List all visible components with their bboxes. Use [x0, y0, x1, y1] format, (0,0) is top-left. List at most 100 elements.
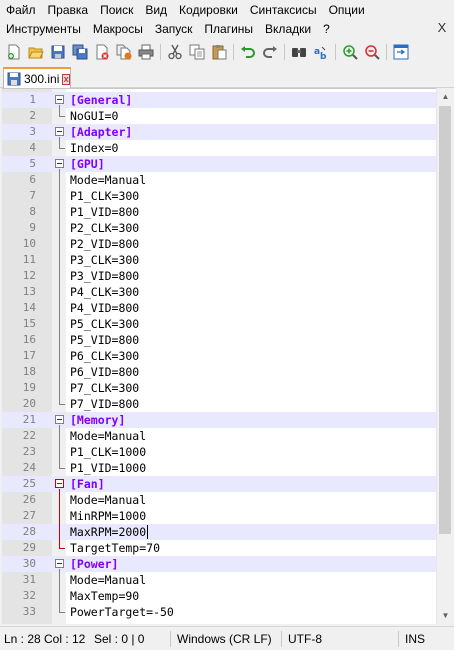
sync-scroll-icon[interactable]: [390, 42, 412, 62]
menu-view[interactable]: Вид: [139, 1, 173, 20]
menu-macros[interactable]: Макросы: [87, 20, 149, 39]
code-line[interactable]: 16 P5_VID=800: [2, 332, 436, 348]
paste-icon[interactable]: [208, 42, 230, 62]
save-icon[interactable]: [47, 42, 69, 62]
fold-range-line: [59, 425, 60, 468]
code-line[interactable]: 15 P5_CLK=300: [2, 316, 436, 332]
new-file-icon[interactable]: [3, 42, 25, 62]
menu-tools[interactable]: Инструменты: [0, 20, 87, 39]
zoom-in-icon[interactable]: [339, 42, 361, 62]
code-line[interactable]: 33 PowerTarget=-50: [2, 604, 436, 620]
line-number: 6: [29, 173, 36, 186]
save-all-icon[interactable]: [69, 42, 91, 62]
code-line[interactable]: 32 MaxTemp=90: [2, 588, 436, 604]
cut-icon[interactable]: [164, 42, 186, 62]
line-number: 15: [22, 317, 36, 330]
key-value: P5_CLK=300: [70, 317, 140, 331]
replace-icon[interactable]: ab: [310, 42, 332, 62]
code-line[interactable]: 31 Mode=Manual: [2, 572, 436, 588]
section-header-line[interactable]: 3 [Adapter]: [2, 124, 436, 140]
editor[interactable]: 1 [General] 2 NoGUI=0 3 [Adapter] 4 Index=0 5 [GP…: [2, 88, 436, 624]
find-icon[interactable]: [288, 42, 310, 62]
line-number: 31: [22, 573, 36, 586]
section-header-line[interactable]: 25 [Fan]: [2, 476, 436, 492]
menu-search[interactable]: Поиск: [94, 1, 139, 20]
code-line[interactable]: 23 P1_CLK=1000: [2, 444, 436, 460]
fold-toggle-icon[interactable]: [55, 95, 64, 104]
code-line[interactable]: 2 NoGUI=0: [2, 108, 436, 124]
key-value: Mode=Manual: [70, 493, 147, 507]
fold-toggle-icon[interactable]: [55, 159, 64, 168]
key-value: Mode=Manual: [70, 573, 147, 587]
menu-options[interactable]: Опции: [323, 1, 371, 20]
status-bar: Ln : 28 Col : 12 Sel : 0 | 0 Windows (CR…: [0, 626, 454, 650]
menu-file[interactable]: Файл: [0, 1, 42, 20]
key-value: MaxRPM=2000: [70, 525, 147, 539]
tab-300-ini[interactable]: 300.ini x: [3, 67, 71, 89]
code-line[interactable]: 20 P7_VID=800: [2, 396, 436, 412]
line-number: 30: [22, 557, 36, 570]
close-all-icon[interactable]: [113, 42, 135, 62]
tab-close-button[interactable]: x: [62, 73, 70, 85]
copy-icon[interactable]: [186, 42, 208, 62]
scrollbar-thumb[interactable]: [439, 106, 451, 534]
key-value: P5_VID=800: [70, 333, 140, 347]
code-line[interactable]: 17 P6_CLK=300: [2, 348, 436, 364]
toolbar-separator: [335, 43, 336, 60]
key-value: P3_CLK=300: [70, 253, 140, 267]
fold-toggle-icon[interactable]: [55, 415, 64, 424]
menu-edit[interactable]: Правка: [42, 1, 95, 20]
undo-icon[interactable]: [237, 42, 259, 62]
open-file-icon[interactable]: [25, 42, 47, 62]
code-line[interactable]: 10 P2_VID=800: [2, 236, 436, 252]
code-line[interactable]: 13 P4_CLK=300: [2, 284, 436, 300]
code-line[interactable]: 27 MinRPM=1000: [2, 508, 436, 524]
scroll-up-arrow-icon[interactable]: ▲: [437, 88, 454, 105]
code-line[interactable]: 14 P4_VID=800: [2, 300, 436, 316]
vertical-scrollbar[interactable]: ▲ ▼: [436, 88, 453, 624]
fold-toggle-icon[interactable]: [55, 479, 64, 488]
code-line[interactable]: 11 P3_CLK=300: [2, 252, 436, 268]
code-line[interactable]: 18 P6_VID=800: [2, 364, 436, 380]
code-line[interactable]: 9 P2_CLK=300: [2, 220, 436, 236]
section-name: [General]: [70, 93, 133, 107]
line-number: 16: [22, 333, 36, 346]
section-header-line[interactable]: 30 [Power]: [2, 556, 436, 572]
code-line[interactable]: 6 Mode=Manual: [2, 172, 436, 188]
code-line[interactable]: 7 P1_CLK=300: [2, 188, 436, 204]
code-line[interactable]: 29 TargetTemp=70: [2, 540, 436, 556]
menu-run[interactable]: Запуск: [149, 20, 199, 39]
redo-icon[interactable]: [259, 42, 281, 62]
code-line[interactable]: 8 P1_VID=800: [2, 204, 436, 220]
section-header-line[interactable]: 5 [GPU]: [2, 156, 436, 172]
close-document-button[interactable]: X: [436, 21, 448, 35]
section-header-line[interactable]: 21 [Memory]: [2, 412, 436, 428]
menu-row-1: Файл Правка Поиск Вид Кодировки Синтакси…: [0, 0, 371, 20]
menu-tabs[interactable]: Вкладки: [259, 20, 317, 39]
code-line[interactable]: 19 P7_CLK=300: [2, 380, 436, 396]
zoom-out-icon[interactable]: [361, 42, 383, 62]
line-number: 10: [22, 237, 36, 250]
line-number: 19: [22, 381, 36, 394]
scroll-down-arrow-icon[interactable]: ▼: [437, 607, 454, 624]
menu-plugins[interactable]: Плагины: [198, 20, 259, 39]
code-line[interactable]: 12 P3_VID=800: [2, 268, 436, 284]
menu-help[interactable]: ?: [317, 20, 336, 39]
print-icon[interactable]: [135, 42, 157, 62]
fold-toggle-icon[interactable]: [55, 127, 64, 136]
line-number: 27: [22, 509, 36, 522]
code-line[interactable]: 4 Index=0: [2, 140, 436, 156]
code-line[interactable]: 22 Mode=Manual: [2, 428, 436, 444]
code-line[interactable]: 26 Mode=Manual: [2, 492, 436, 508]
fold-toggle-icon[interactable]: [55, 559, 64, 568]
code-line[interactable]: 28 MaxRPM=2000: [2, 524, 436, 540]
close-icon[interactable]: [91, 42, 113, 62]
menu-syntax[interactable]: Синтаксисы: [244, 1, 323, 20]
fold-range-line: [59, 105, 60, 116]
section-header-line[interactable]: 1 [General]: [2, 92, 436, 108]
key-value: P2_VID=800: [70, 237, 140, 251]
line-number: 14: [22, 301, 36, 314]
code-line[interactable]: 24 P1_VID=1000: [2, 460, 436, 476]
fold-end-mark: [59, 612, 65, 613]
menu-encoding[interactable]: Кодировки: [173, 1, 244, 20]
